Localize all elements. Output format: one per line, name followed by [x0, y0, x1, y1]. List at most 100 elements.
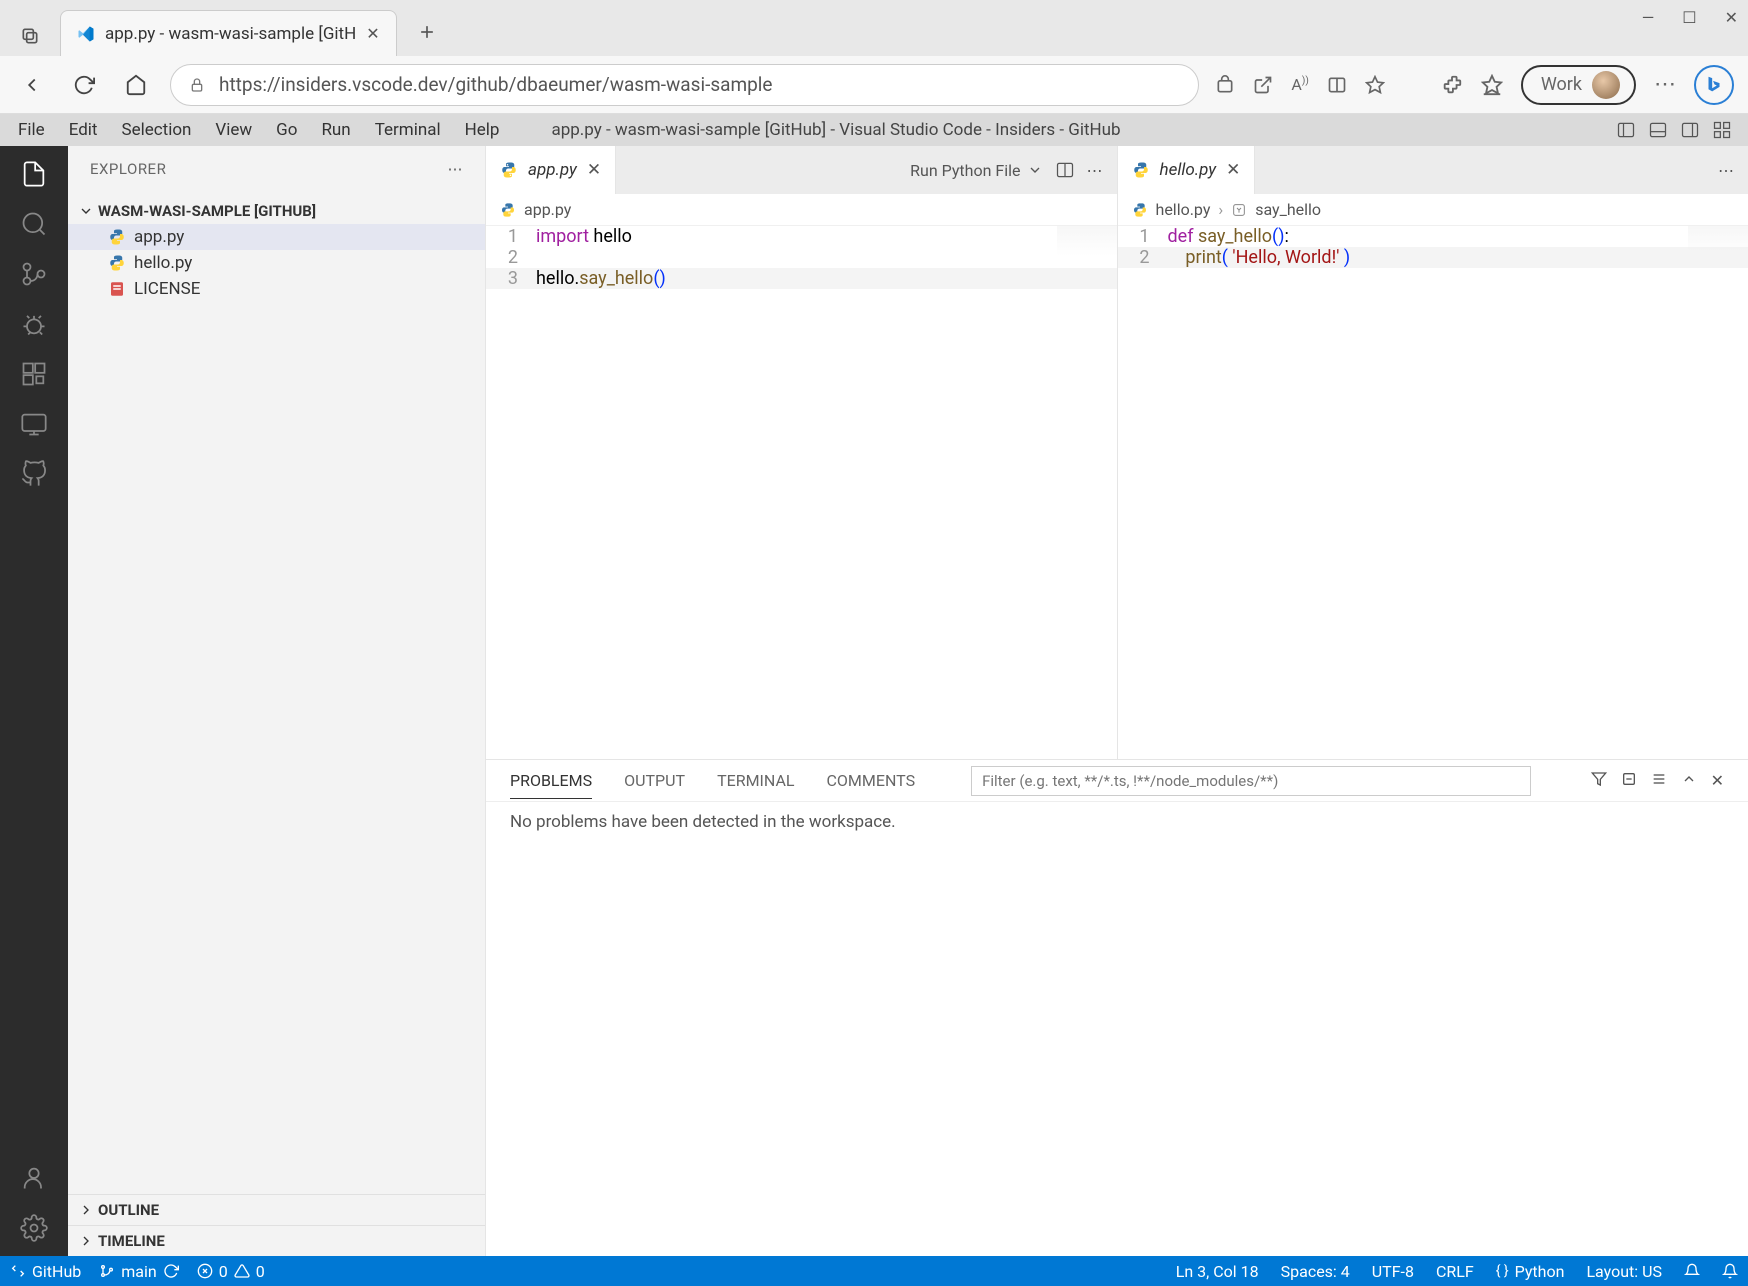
problems-indicator[interactable]: 0 0: [197, 1262, 265, 1281]
panel-tab-terminal[interactable]: TERMINAL: [717, 763, 794, 798]
editor-more-icon[interactable]: ⋯: [1718, 161, 1734, 180]
remote-indicator[interactable]: GitHub: [10, 1262, 81, 1281]
toggle-panel-icon[interactable]: [1616, 120, 1636, 140]
spaces-indicator[interactable]: Spaces: 4: [1281, 1262, 1350, 1281]
editor-content[interactable]: 1def say_hello():2 print( 'Hello, World!…: [1118, 226, 1748, 759]
customize-layout-icon[interactable]: [1712, 120, 1732, 140]
window-title: app.py - wasm-wasi-sample [GitHub] - Vis…: [551, 120, 1120, 140]
language-indicator[interactable]: { } Python: [1496, 1262, 1565, 1281]
menu-run[interactable]: Run: [309, 116, 362, 144]
split-screen-icon[interactable]: [1327, 75, 1347, 95]
chevron-up-icon[interactable]: [1681, 771, 1697, 790]
bottom-panel: PROBLEMS OUTPUT TERMINAL COMMENTS ✕ No p…: [486, 759, 1748, 1256]
filter-input[interactable]: [971, 766, 1531, 796]
url-bar[interactable]: https://insiders.vscode.dev/github/dbaeu…: [170, 64, 1199, 106]
account-icon[interactable]: [20, 1164, 48, 1192]
editor-more-icon[interactable]: ⋯: [1087, 161, 1103, 180]
settings-icon[interactable]: [20, 1214, 48, 1242]
minimap[interactable]: [1688, 226, 1748, 256]
encoding-indicator[interactable]: UTF-8: [1372, 1262, 1414, 1281]
panel-tab-comments[interactable]: COMMENTS: [827, 763, 916, 798]
editor-tab-app[interactable]: app.py ✕: [486, 146, 616, 194]
file-item[interactable]: hello.py: [68, 250, 485, 276]
minimize-icon[interactable]: —: [1642, 8, 1655, 27]
filter-icon[interactable]: [1591, 771, 1607, 790]
file-item[interactable]: app.py: [68, 224, 485, 250]
tab-actions-icon[interactable]: [10, 16, 50, 56]
timeline-section[interactable]: TIMELINE: [68, 1225, 485, 1256]
profile-label: Work: [1541, 74, 1582, 95]
favorites-icon[interactable]: [1365, 75, 1385, 95]
close-window-icon[interactable]: ✕: [1725, 8, 1738, 27]
editor-tab-hello[interactable]: hello.py ✕: [1118, 146, 1256, 194]
tab-close-icon[interactable]: ✕: [366, 24, 379, 43]
source-control-icon[interactable]: [20, 260, 48, 288]
close-tab-icon[interactable]: ✕: [1226, 160, 1240, 180]
panel-tab-problems[interactable]: PROBLEMS: [510, 763, 592, 799]
collapse-icon[interactable]: [1621, 771, 1637, 790]
cursor-position[interactable]: Ln 3, Col 18: [1176, 1262, 1259, 1281]
eol-indicator[interactable]: CRLF: [1436, 1262, 1474, 1281]
browser-tab[interactable]: app.py - wasm-wasi-sample [GitH ✕: [60, 10, 397, 56]
branch-indicator[interactable]: main: [99, 1262, 178, 1281]
toggle-right-icon[interactable]: [1680, 120, 1700, 140]
editor-area: app.py ✕ Run Python File ⋯ app.py: [486, 146, 1748, 1256]
search-icon[interactable]: [20, 210, 48, 238]
refresh-button[interactable]: [66, 67, 102, 103]
browser-toolbar-icons: A)) Work ⋯: [1215, 65, 1734, 105]
menu-terminal[interactable]: Terminal: [363, 116, 453, 144]
debug-icon[interactable]: [20, 310, 48, 338]
run-python-button[interactable]: Run Python File: [910, 161, 1042, 180]
remote-explorer-icon[interactable]: [20, 410, 48, 438]
menu-selection[interactable]: Selection: [109, 116, 203, 144]
sidebar-title: EXPLORER: [90, 160, 166, 178]
window-controls: — ☐ ✕: [1642, 8, 1738, 27]
close-tab-icon[interactable]: ✕: [587, 160, 601, 180]
layout-indicator[interactable]: Layout: US: [1586, 1262, 1662, 1281]
extensions-icon[interactable]: [1441, 74, 1463, 96]
editor-pane-right: hello.py ✕ ⋯ hello.py › say_hello 1d: [1118, 146, 1748, 759]
profile-pill[interactable]: Work: [1521, 65, 1636, 105]
back-button[interactable]: [14, 67, 50, 103]
menu-edit[interactable]: Edit: [57, 116, 110, 144]
feedback-icon[interactable]: [1684, 1263, 1700, 1279]
read-aloud-icon[interactable]: A)): [1291, 75, 1308, 94]
tree-root[interactable]: WASM-WASI-SAMPLE [GITHUB]: [68, 198, 485, 224]
minimap[interactable]: [1057, 226, 1117, 256]
notifications-icon[interactable]: [1722, 1263, 1738, 1279]
vscode-menubar: File Edit Selection View Go Run Terminal…: [0, 114, 1748, 146]
more-icon[interactable]: ⋯: [1654, 72, 1676, 97]
menu-go[interactable]: Go: [264, 116, 309, 144]
workspace-name: WASM-WASI-SAMPLE [GITHUB]: [98, 202, 316, 220]
url-text: https://insiders.vscode.dev/github/dbaeu…: [219, 73, 773, 96]
list-icon[interactable]: [1651, 771, 1667, 790]
shopping-icon[interactable]: [1215, 75, 1235, 95]
panel-filter[interactable]: [971, 766, 1531, 796]
sidebar-more-icon[interactable]: ⋯: [448, 160, 464, 178]
maximize-icon[interactable]: ☐: [1682, 8, 1696, 27]
extensions-activity-icon[interactable]: [20, 360, 48, 388]
home-button[interactable]: [118, 67, 154, 103]
menu-help[interactable]: Help: [453, 116, 512, 144]
breadcrumb[interactable]: app.py: [486, 194, 1117, 226]
toggle-bottom-icon[interactable]: [1648, 120, 1668, 140]
close-panel-icon[interactable]: ✕: [1711, 771, 1724, 790]
file-item[interactable]: LICENSE: [68, 276, 485, 302]
browser-tab-title: app.py - wasm-wasi-sample [GitH: [105, 24, 356, 44]
split-editor-icon[interactable]: [1055, 160, 1075, 180]
menu-view[interactable]: View: [203, 116, 264, 144]
vscode-favicon: [77, 25, 95, 43]
panel-tab-output[interactable]: OUTPUT: [624, 763, 685, 798]
open-external-icon[interactable]: [1253, 75, 1273, 95]
breadcrumb[interactable]: hello.py › say_hello: [1118, 194, 1748, 226]
problems-message: No problems have been detected in the wo…: [486, 802, 1748, 842]
explorer-icon[interactable]: [0, 160, 48, 188]
editor-content[interactable]: 1import hello23hello.say_hello(): [486, 226, 1117, 759]
collections-icon[interactable]: [1481, 74, 1503, 96]
bing-button[interactable]: [1694, 65, 1734, 105]
menu-file[interactable]: File: [6, 116, 57, 144]
new-tab-button[interactable]: [407, 12, 447, 52]
github-icon[interactable]: [20, 460, 48, 488]
activity-bar: [0, 146, 68, 1256]
outline-section[interactable]: OUTLINE: [68, 1194, 485, 1225]
